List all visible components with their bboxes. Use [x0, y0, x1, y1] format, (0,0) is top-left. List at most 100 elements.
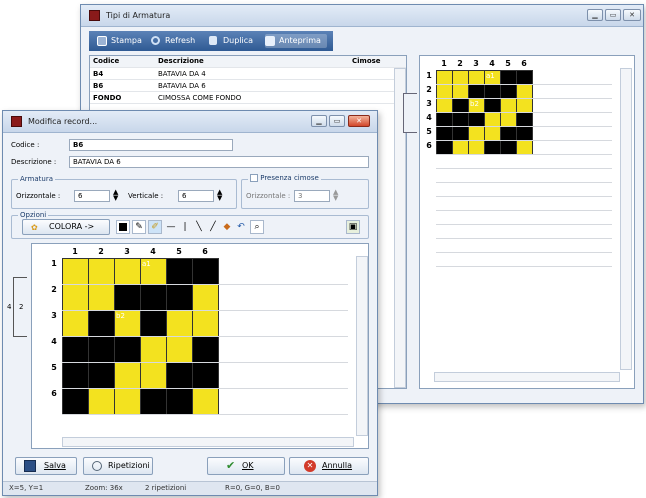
- weave-cell[interactable]: [192, 310, 219, 337]
- weave-cell[interactable]: [62, 284, 89, 311]
- weave-cell[interactable]: [62, 258, 89, 285]
- weave-cell[interactable]: [452, 70, 469, 85]
- column-header-code[interactable]: Codice: [93, 57, 119, 65]
- selvage-spinner-icon[interactable]: ▲ ▼: [333, 189, 338, 202]
- weave-cell[interactable]: [436, 126, 453, 141]
- weave-cell[interactable]: [192, 362, 219, 389]
- weave-cell[interactable]: [114, 362, 141, 389]
- preview-button[interactable]: Anteprima: [265, 34, 327, 48]
- weave-cell[interactable]: [192, 284, 219, 311]
- weave-cell[interactable]: [88, 284, 115, 311]
- undo-icon[interactable]: ↶: [234, 220, 248, 234]
- weave-cell[interactable]: [468, 140, 485, 155]
- table-row[interactable]: B6 BATAVIA DA 6: [90, 81, 406, 92]
- vertical-scrollbar[interactable]: [620, 68, 632, 370]
- weave-cell[interactable]: [192, 258, 219, 285]
- weave-cell[interactable]: [484, 126, 501, 141]
- weave-cell[interactable]: [500, 126, 517, 141]
- weave-cell[interactable]: [166, 310, 193, 337]
- vertical-line-icon[interactable]: |: [178, 220, 192, 234]
- image-icon[interactable]: ▣: [346, 220, 360, 234]
- weave-cell[interactable]: [62, 388, 89, 415]
- weave-cell[interactable]: [500, 84, 517, 99]
- weave-cell[interactable]: [452, 126, 469, 141]
- refresh-button[interactable]: Refresh: [151, 34, 195, 48]
- close-icon[interactable]: ✕: [623, 9, 641, 21]
- weave-cell[interactable]: [516, 98, 533, 113]
- horizontal-scrollbar[interactable]: [434, 372, 620, 382]
- weave-cell[interactable]: [452, 98, 469, 113]
- weave-cell[interactable]: [500, 70, 517, 85]
- minimize-icon[interactable]: ▁: [311, 115, 327, 127]
- weave-cell[interactable]: [500, 140, 517, 155]
- weave-cell[interactable]: [484, 98, 501, 113]
- weave-cell[interactable]: [62, 310, 89, 337]
- weave-cell[interactable]: [436, 70, 453, 85]
- weave-cell[interactable]: [516, 84, 533, 99]
- horizontal-field[interactable]: 6: [74, 190, 110, 202]
- weave-cell[interactable]: [468, 70, 485, 85]
- weave-cell[interactable]: [114, 336, 141, 363]
- weave-cell[interactable]: [516, 126, 533, 141]
- horizontal-line-icon[interactable]: —: [164, 220, 178, 234]
- weave-cell[interactable]: [88, 310, 115, 337]
- weave-cell[interactable]: [114, 258, 141, 285]
- minimize-icon[interactable]: ▁: [587, 9, 603, 21]
- weave-cell[interactable]: [140, 388, 167, 415]
- weave-cell[interactable]: [468, 112, 485, 127]
- weave-cell[interactable]: [88, 336, 115, 363]
- print-button[interactable]: Stampa: [97, 34, 142, 48]
- vertical-spinner-icon[interactable]: ▲ ▼: [217, 189, 222, 202]
- diagonal-down-icon[interactable]: ╲: [192, 220, 206, 234]
- weave-cell[interactable]: [88, 258, 115, 285]
- weave-cell[interactable]: [500, 112, 517, 127]
- weave-cell[interactable]: [62, 362, 89, 389]
- selvage-checkbox[interactable]: [250, 174, 258, 182]
- weave-cell[interactable]: [114, 388, 141, 415]
- weave-cell[interactable]: [88, 388, 115, 415]
- weave-cell[interactable]: [484, 112, 501, 127]
- save-button[interactable]: Salva: [15, 457, 77, 475]
- weave-cell[interactable]: [166, 336, 193, 363]
- cancel-button[interactable]: ✕ Annulla: [289, 457, 369, 475]
- weave-cell[interactable]: [436, 112, 453, 127]
- description-field[interactable]: BATAVIA DA 6: [69, 156, 369, 168]
- weave-cell[interactable]: [468, 84, 485, 99]
- column-header-description[interactable]: Descrizione: [158, 57, 204, 65]
- weave-cell[interactable]: [484, 84, 501, 99]
- weave-cell[interactable]: [436, 98, 453, 113]
- weave-cell[interactable]: [436, 140, 453, 155]
- weave-cell[interactable]: [140, 362, 167, 389]
- zoom-icon[interactable]: ⌕: [250, 220, 264, 234]
- weave-cell[interactable]: [166, 258, 193, 285]
- weave-cell[interactable]: [114, 284, 141, 311]
- close-icon[interactable]: ✕: [348, 115, 370, 127]
- maximize-icon[interactable]: ▭: [329, 115, 345, 127]
- repeats-button[interactable]: Ripetizioni: [83, 457, 153, 475]
- weave-cell[interactable]: [166, 388, 193, 415]
- weave-cell[interactable]: [516, 70, 533, 85]
- horizontal-spinner-icon[interactable]: ▲ ▼: [113, 189, 118, 202]
- diagonal-up-icon[interactable]: ╱: [206, 220, 220, 234]
- weave-cell[interactable]: [166, 284, 193, 311]
- weave-cell[interactable]: [140, 336, 167, 363]
- table-row[interactable]: FONDO CIMOSSA COME FONDO: [90, 93, 406, 104]
- weave-cell[interactable]: [452, 112, 469, 127]
- color-button[interactable]: ✿ COLORA ->: [22, 219, 110, 235]
- weave-cell[interactable]: [436, 84, 453, 99]
- weave-cell[interactable]: [452, 140, 469, 155]
- weave-cell[interactable]: [62, 336, 89, 363]
- maximize-icon[interactable]: ▭: [605, 9, 621, 21]
- ok-button[interactable]: ✔ OK: [207, 457, 285, 475]
- fill-icon[interactable]: ◆: [220, 220, 234, 234]
- weave-cell[interactable]: [140, 310, 167, 337]
- column-header-selvage[interactable]: Cimose: [352, 57, 381, 65]
- weave-cell[interactable]: [500, 98, 517, 113]
- horizontal-scrollbar[interactable]: [62, 437, 354, 447]
- weave-cell[interactable]: [166, 362, 193, 389]
- weave-cell[interactable]: [192, 336, 219, 363]
- pencil-icon[interactable]: ✎: [132, 220, 146, 234]
- weave-cell[interactable]: [516, 112, 533, 127]
- weave-cell[interactable]: [468, 126, 485, 141]
- weave-cell[interactable]: [516, 140, 533, 155]
